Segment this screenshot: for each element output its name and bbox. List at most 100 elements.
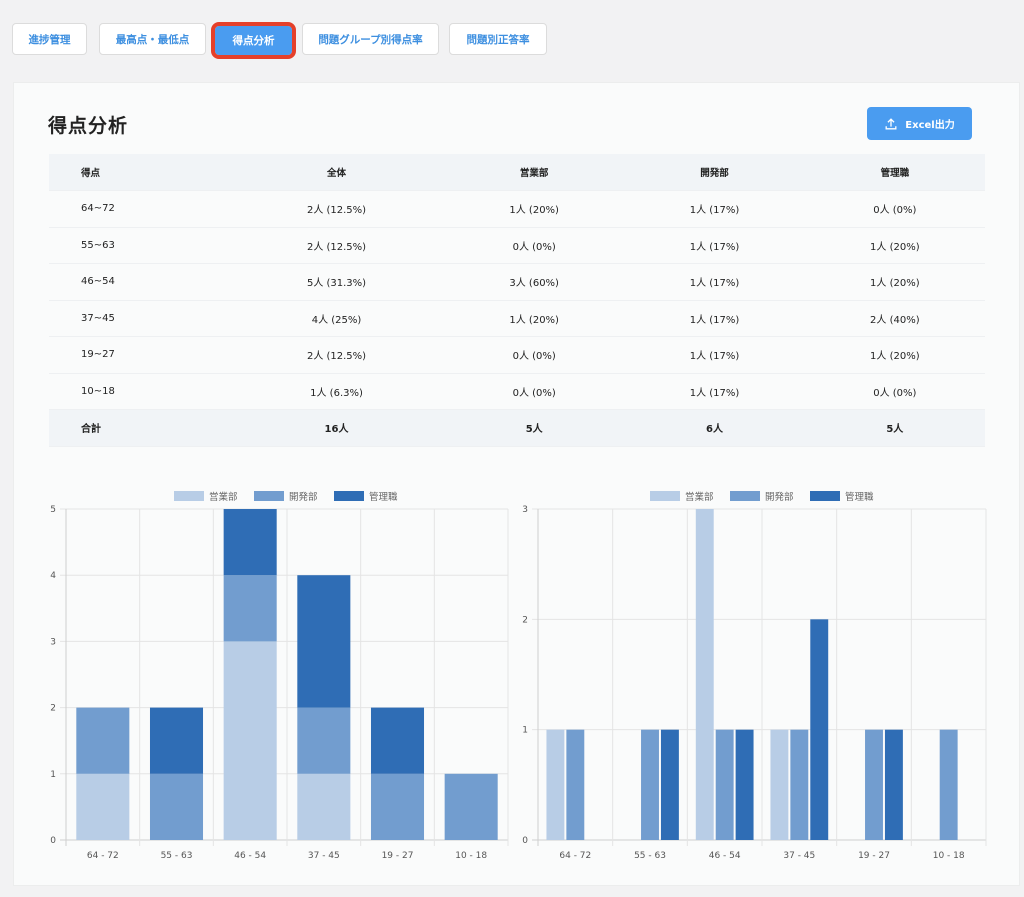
- bar: [939, 729, 958, 840]
- bar: [149, 773, 204, 840]
- cell-manager: 1人 (20%): [804, 336, 985, 374]
- total-all: 16人: [229, 409, 445, 447]
- table-row: 19~27 2人 (12.5%) 0人 (0%) 1人 (17%) 1人 (20…: [49, 336, 985, 374]
- y-tick-label: 0: [522, 836, 528, 846]
- cell-all: 5人 (31.3%): [229, 263, 445, 301]
- cell-all: 4人 (25%): [229, 300, 445, 337]
- cell-dev: 1人 (17%): [624, 336, 805, 374]
- bar: [790, 729, 809, 840]
- y-tick-label: 5: [50, 505, 56, 515]
- grouped-bar-chart: 営業部 開発部 管理職 0 1 2 3 64 - 72 55 - 63 46 - 54 37 - 4…: [514, 483, 992, 863]
- bar: [297, 707, 351, 774]
- header-score: 得点: [49, 154, 229, 191]
- cell-range: 37~45: [49, 300, 229, 337]
- table-row: 64~72 2人 (12.5%) 1人 (20%) 1人 (17%) 0人 (0…: [49, 190, 985, 228]
- y-tick-label: 2: [522, 615, 528, 625]
- tab-bar: 進捗管理 最高点・最低点 得点分析 問題グループ別得点率 問題別正答率: [0, 0, 1024, 82]
- table-header-row: 得点 全体 営業部 開発部 管理職: [49, 154, 985, 191]
- bar: [770, 729, 789, 840]
- header-dev: 開発部: [624, 154, 805, 191]
- bar: [223, 509, 277, 576]
- cell-sales: 0人 (0%): [444, 336, 625, 374]
- bar: [444, 773, 498, 840]
- page-title: 得点分析: [48, 115, 129, 137]
- upload-icon: [885, 117, 897, 129]
- excel-export-button[interactable]: Excel出力: [867, 107, 972, 140]
- legend-label: 管理職: [845, 491, 874, 503]
- header-all: 全体: [229, 154, 445, 191]
- header-manager: 管理職: [804, 154, 985, 191]
- bar: [76, 773, 130, 840]
- bar: [149, 707, 204, 774]
- tab-max-min[interactable]: 最高点・最低点: [99, 23, 206, 55]
- total-manager: 5人: [804, 409, 985, 447]
- cell-all: 2人 (12.5%): [229, 190, 445, 228]
- y-tick-label: 3: [50, 637, 56, 647]
- bar: [865, 729, 883, 840]
- bar: [884, 729, 903, 840]
- legend-swatch: [334, 491, 364, 501]
- bar: [546, 729, 565, 840]
- bar: [223, 575, 277, 642]
- table-row: 37~45 4人 (25%) 1人 (20%) 1人 (17%) 2人 (40%…: [49, 300, 985, 337]
- tab-question-accuracy[interactable]: 問題別正答率: [449, 23, 547, 55]
- legend-label: 営業部: [209, 491, 238, 503]
- bar: [660, 729, 679, 840]
- cell-manager: 2人 (40%): [804, 300, 985, 337]
- cell-range: 55~63: [49, 227, 229, 264]
- cell-manager: 0人 (0%): [804, 190, 985, 228]
- legend-label: 営業部: [685, 491, 714, 503]
- x-tick-label: 19 - 27: [858, 851, 890, 861]
- x-tick-label: 64 - 72: [559, 851, 591, 861]
- y-tick-label: 1: [522, 726, 528, 736]
- x-tick-label: 46 - 54: [709, 851, 741, 861]
- x-tick-label: 37 - 45: [783, 851, 815, 861]
- bar: [715, 729, 734, 840]
- y-tick-label: 0: [50, 836, 56, 846]
- bar: [695, 509, 714, 840]
- bar: [370, 773, 425, 840]
- score-table: 得点 全体 営業部 開発部 管理職 64~72 2人 (12.5%) 1人 (2…: [49, 154, 985, 447]
- tab-score-analysis[interactable]: 得点分析: [211, 22, 296, 59]
- x-tick-label: 55 - 63: [634, 851, 666, 861]
- cell-dev: 1人 (17%): [624, 190, 805, 228]
- tab-progress[interactable]: 進捗管理: [12, 23, 87, 55]
- y-tick-label: 4: [50, 571, 56, 581]
- content-panel: 得点分析 Excel出力 得点 全体 営業部 開発部 管理職 64~72 2人 …: [13, 82, 1020, 886]
- cell-all: 2人 (12.5%): [229, 336, 445, 374]
- tab-group-score-rate[interactable]: 問題グループ別得点率: [302, 23, 439, 55]
- cell-sales: 1人 (20%): [444, 300, 625, 337]
- cell-manager: 1人 (20%): [804, 263, 985, 301]
- cell-range: 19~27: [49, 336, 229, 374]
- cell-range: 46~54: [49, 263, 229, 301]
- bar: [566, 729, 585, 840]
- cell-dev: 1人 (17%): [624, 300, 805, 337]
- chart-svg: 営業部 開発部 管理職 0 1 2 3 4 5 64 - 72 55 - 63 46 - 54 37 -…: [50, 491, 509, 861]
- cell-range: 10~18: [49, 373, 229, 410]
- cell-dev: 1人 (17%): [624, 227, 805, 264]
- cell-dev: 1人 (17%): [624, 373, 805, 410]
- legend-label: 開発部: [289, 491, 318, 503]
- bar: [76, 707, 130, 774]
- total-label: 合計: [49, 409, 229, 447]
- x-tick-label: 46 - 54: [234, 851, 266, 861]
- total-dev: 6人: [624, 409, 805, 447]
- y-tick-label: 2: [50, 704, 56, 714]
- x-tick-label: 37 - 45: [308, 851, 340, 861]
- legend-swatch: [810, 491, 840, 501]
- bar: [810, 619, 829, 840]
- chart-svg: 営業部 開発部 管理職 0 1 2 3 64 - 72 55 - 63 46 - 54 37 - 4…: [522, 491, 987, 861]
- cell-sales: 0人 (0%): [444, 373, 625, 410]
- cell-sales: 0人 (0%): [444, 227, 625, 264]
- table-row: 10~18 1人 (6.3%) 0人 (0%) 1人 (17%) 0人 (0%): [49, 373, 985, 410]
- legend-swatch: [174, 491, 204, 501]
- legend-swatch: [730, 491, 760, 501]
- stacked-bar-chart: 営業部 開発部 管理職 0 1 2 3 4 5 64 - 72 55 - 63 46 - 54 37 -…: [26, 483, 514, 863]
- y-tick-label: 1: [50, 770, 56, 780]
- bar: [370, 707, 425, 774]
- cell-sales: 3人 (60%): [444, 263, 625, 301]
- header-sales: 営業部: [444, 154, 625, 191]
- x-tick-label: 64 - 72: [87, 851, 119, 861]
- y-tick-label: 3: [522, 505, 528, 515]
- table-row: 55~63 2人 (12.5%) 0人 (0%) 1人 (17%) 1人 (20…: [49, 227, 985, 264]
